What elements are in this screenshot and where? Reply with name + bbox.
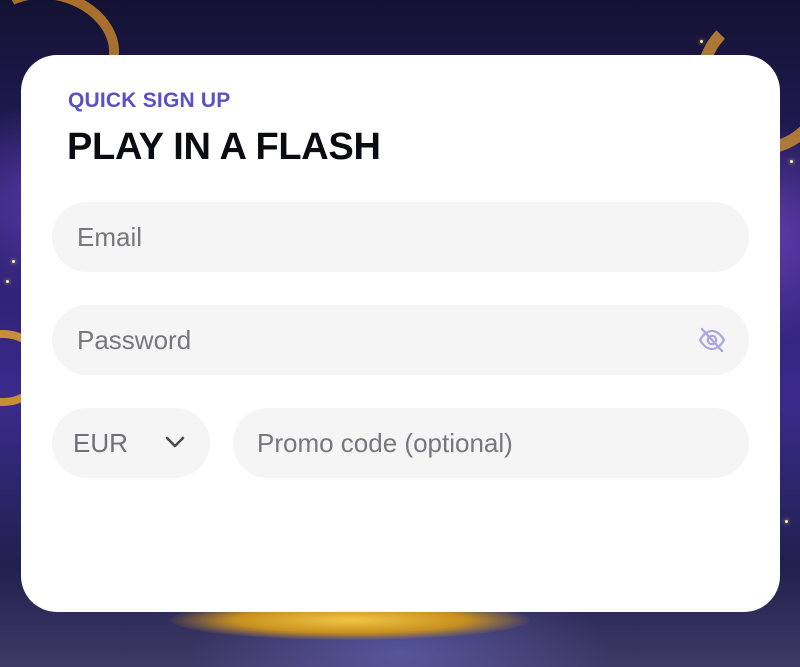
chevron-down-icon: [164, 434, 186, 450]
signup-eyebrow: QUICK SIGN UP: [68, 89, 231, 112]
password-input[interactable]: [77, 305, 677, 375]
sparkle: [12, 260, 15, 263]
sparkle: [790, 160, 793, 163]
signup-card: QUICK SIGN UP PLAY IN A FLASH EUR: [21, 55, 780, 612]
password-field-container: [52, 305, 749, 375]
promo-code-input[interactable]: [257, 408, 725, 478]
eye-off-icon[interactable]: [697, 326, 727, 354]
sparkle: [6, 280, 9, 283]
sparkle: [700, 40, 703, 43]
currency-select[interactable]: EUR: [52, 408, 210, 478]
sparkle: [785, 520, 788, 523]
signup-headline: PLAY IN A FLASH: [67, 126, 381, 168]
promo-field-container: [233, 408, 749, 478]
email-field-container: [52, 202, 749, 272]
currency-value: EUR: [73, 427, 128, 458]
email-input[interactable]: [77, 202, 724, 272]
